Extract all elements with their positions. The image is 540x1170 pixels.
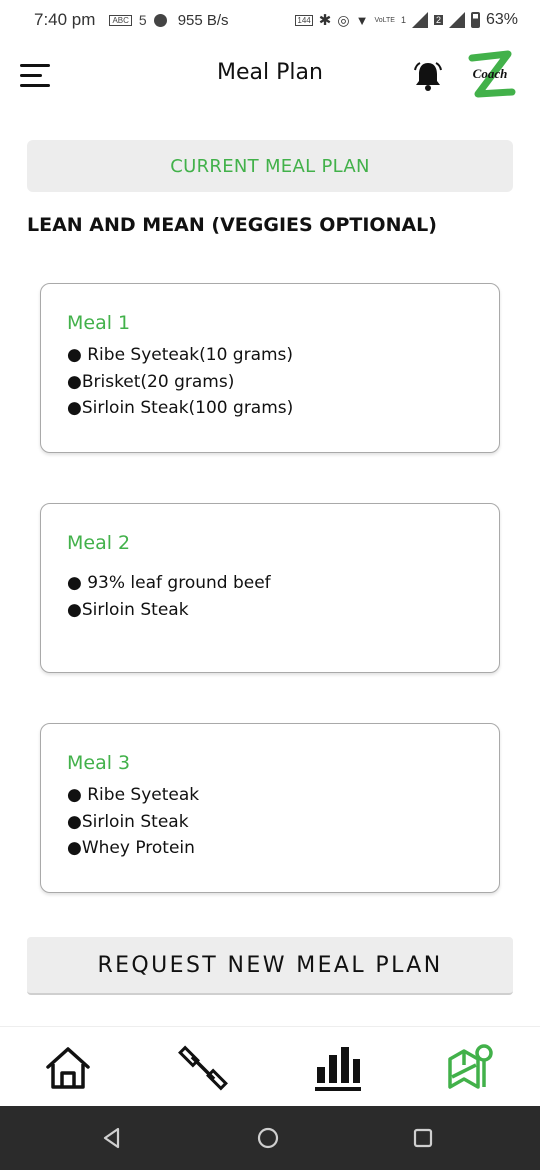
app-header: Meal Plan Coach <box>0 42 540 108</box>
request-new-meal-plan-button[interactable]: REQUEST NEW MEAL PLAN <box>27 937 513 995</box>
status-time: 7:40 pm <box>34 10 96 29</box>
bluetooth-icon: ✱ <box>318 12 332 29</box>
battery-percent: 63% <box>485 11 518 28</box>
status-icons: ABC 5 955 B/s <box>109 12 232 29</box>
meal-map-icon <box>448 1044 493 1089</box>
wifi-icon: ▼ <box>355 12 369 28</box>
tab-home[interactable] <box>43 1043 93 1093</box>
meal-card-2: Meal 2 ● 93% leaf ground beef ●Sirloin S… <box>40 503 500 673</box>
meal-item: ●Sirloin Steak <box>67 599 189 620</box>
app-status-icon: 5 <box>138 12 147 28</box>
sim2-label: 2 <box>433 15 443 25</box>
bar-chart-icon <box>315 1047 361 1091</box>
meal-item: ●Sirloin Steak <box>67 811 189 832</box>
notification-bell-icon[interactable] <box>410 58 446 94</box>
meal-items: ● 93% leaf ground beef ●Sirloin Steak <box>67 570 473 623</box>
volte-icon: VoLTE <box>374 16 395 24</box>
keyboard-status-icon: ABC <box>109 14 132 26</box>
meal-title: Meal 2 <box>67 532 131 554</box>
page-title: Meal Plan <box>217 60 323 85</box>
home-icon <box>46 1047 90 1089</box>
current-meal-plan-header: CURRENT MEAL PLAN <box>27 140 513 192</box>
meal-items: ● Ribe Syeteak(10 grams) ●Brisket(20 gra… <box>67 342 473 422</box>
status-right: 144 ✱ ◎ ▼ VoLTE 1 2 63% <box>295 11 518 29</box>
meal-item: ●Sirloin Steak(100 grams) <box>67 398 294 418</box>
meal-items: ● Ribe Syeteak ●Sirloin Steak ●Whey Prot… <box>67 782 473 862</box>
logo-text: Coach <box>473 66 508 81</box>
plan-name: LEAN AND MEAN (VEGGIES OPTIONAL) <box>27 214 437 236</box>
meal-title: Meal 3 <box>67 752 131 774</box>
battery-icon <box>470 12 480 28</box>
dumbbell-icon <box>178 1045 228 1091</box>
hotspot-icon: ◎ <box>337 11 350 28</box>
tab-stats[interactable] <box>313 1043 363 1093</box>
sim1-label: 1 <box>400 15 406 25</box>
signal-sim2-icon <box>448 12 465 28</box>
hd-status-icon: 144 <box>295 14 313 26</box>
back-icon[interactable] <box>100 1126 124 1150</box>
status-bar: 7:40 pm ABC 5 955 B/s 144 ✱ ◎ ▼ VoLTE 1 … <box>0 0 540 40</box>
meal-item: ●Whey Protein <box>67 838 195 858</box>
data-saver-icon <box>153 13 167 27</box>
meal-item: ● 93% leaf ground beef <box>67 573 271 593</box>
tab-meal-plan[interactable] <box>446 1043 496 1093</box>
meal-item: ● Ribe Syeteak <box>67 785 200 805</box>
network-speed: 955 B/s <box>177 11 229 29</box>
meal-card-3: Meal 3 ● Ribe Syeteak ●Sirloin Steak ●Wh… <box>40 723 500 893</box>
signal-sim1-icon <box>411 12 428 28</box>
meal-item: ●Brisket(20 grams) <box>67 371 235 392</box>
meal-title: Meal 1 <box>67 312 131 334</box>
tab-workout[interactable] <box>178 1043 228 1093</box>
coach-z-logo[interactable]: Coach <box>462 50 518 102</box>
recents-icon[interactable] <box>411 1126 435 1150</box>
bottom-tab-bar <box>0 1026 540 1106</box>
system-navigation-bar <box>0 1106 540 1170</box>
meal-item: ● Ribe Syeteak(10 grams) <box>67 345 294 365</box>
meal-card-1: Meal 1 ● Ribe Syeteak(10 grams) ●Brisket… <box>40 283 500 453</box>
home-circle-icon[interactable] <box>256 1126 280 1150</box>
